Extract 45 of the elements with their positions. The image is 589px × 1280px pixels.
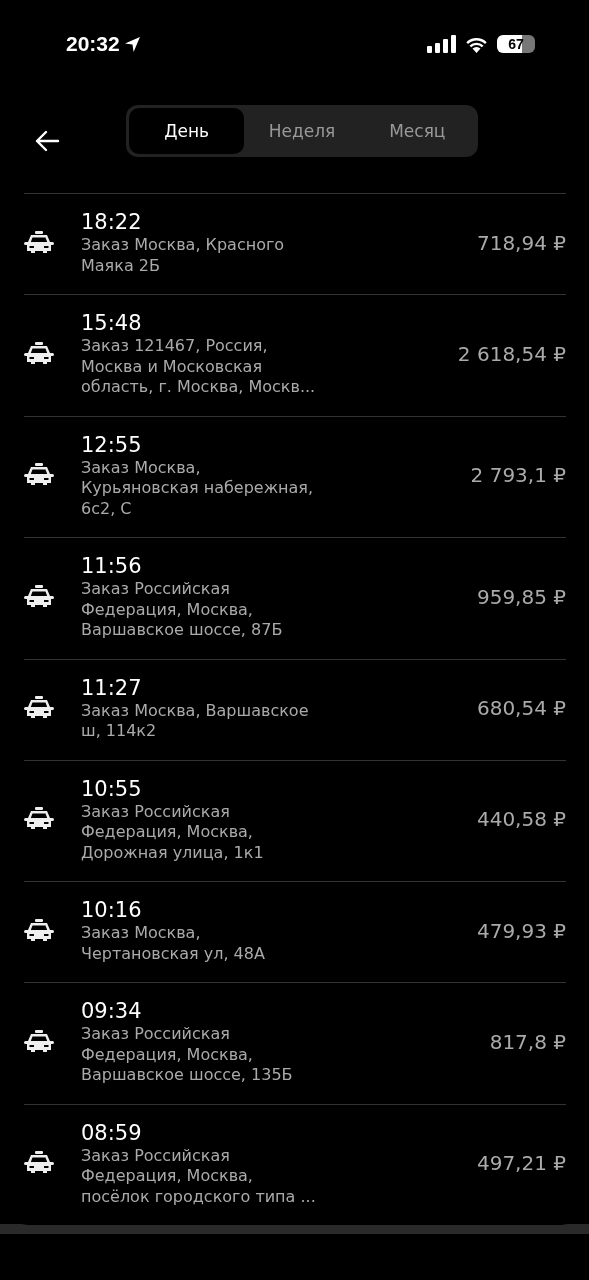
order-amount: 2 618,54 ₽ — [457, 341, 566, 366]
order-amount: 680,54 ₽ — [476, 696, 566, 720]
status-time: 20:32 — [66, 32, 120, 56]
taxi-car-icon — [24, 807, 54, 832]
order-time: 12:55 — [81, 431, 143, 458]
taxi-car-icon — [24, 584, 54, 609]
back-arrow-icon[interactable] — [34, 129, 60, 152]
taxi-car-icon — [24, 341, 54, 366]
order-time: 11:56 — [81, 553, 143, 579]
order-time: 11:27 — [81, 674, 143, 701]
order-address: Заказ Российская Федерация, Москва, посёлок городского типа ... — [81, 1145, 317, 1207]
order-time: 10:16 — [81, 897, 143, 923]
location-arrow-icon — [123, 35, 141, 53]
order-address: Заказ Российская Федерация, Москва, Варшавское шоссе, 135Б — [81, 1024, 294, 1086]
order-time: 18:22 — [81, 209, 143, 235]
period-tab[interactable]: Неделя — [244, 107, 360, 154]
taxi-car-icon — [24, 1151, 54, 1176]
taxi-car-icon — [24, 463, 54, 488]
taxi-car-icon — [24, 230, 54, 255]
period-tab[interactable]: День — [129, 107, 245, 154]
order-amount: 2 793,1 ₽ — [470, 463, 566, 488]
order-amount: 718,94 ₽ — [476, 230, 566, 255]
order-amount: 479,93 ₽ — [476, 918, 566, 943]
signal-icon — [427, 35, 456, 53]
order-amount: 959,85 ₽ — [476, 584, 566, 609]
order-address: Заказ 121467, Россия, Москва и Московская область, г. Москва, Москв... — [81, 336, 317, 398]
taxi-car-icon — [24, 1029, 54, 1054]
order-address: Заказ Москва, Курьяновская набережная, 6с2, С — [81, 457, 315, 519]
order-address: Заказ Москва, Красного Маяка 2Б — [81, 235, 286, 276]
order-address: Заказ Москва, Чертановская ул, 48А — [81, 923, 266, 964]
order-amount: 497,21 ₽ — [476, 1151, 566, 1176]
taxi-car-icon — [24, 918, 54, 943]
wifi-icon — [464, 35, 489, 53]
taxi-car-icon — [24, 696, 54, 720]
order-time: 09:34 — [81, 998, 143, 1024]
order-address: Заказ Москва, Варшавское ш, 114к2 — [81, 700, 310, 742]
battery-icon: 67 — [497, 35, 535, 53]
period-tab[interactable]: Месяц — [359, 107, 475, 154]
order-address: Заказ Российская Федерация, Москва, Варшавское шоссе, 87Б — [81, 579, 284, 641]
order-time: 08:59 — [81, 1119, 143, 1146]
order-amount: 440,58 ₽ — [476, 807, 566, 832]
order-address: Заказ Российская Федерация, Москва, Дорожная улица, 1к1 — [81, 801, 265, 863]
order-amount: 817,8 ₽ — [489, 1029, 566, 1054]
order-time: 15:48 — [81, 310, 143, 336]
order-time: 10:55 — [81, 775, 143, 802]
